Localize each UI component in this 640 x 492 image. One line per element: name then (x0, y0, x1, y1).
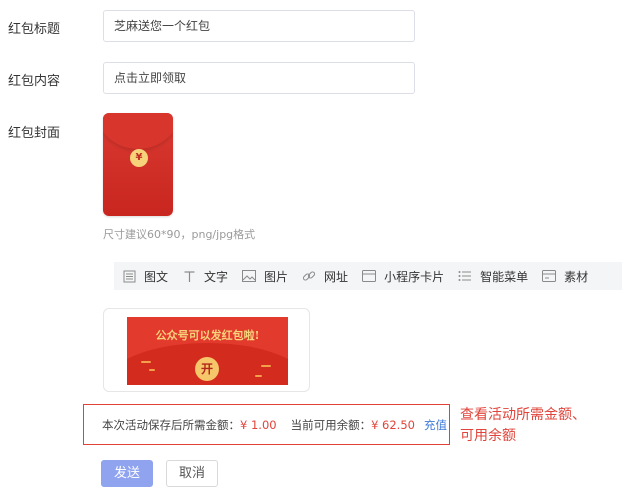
available-balance-value: ¥ 62.50 (371, 417, 415, 432)
toolbar-label: 文字 (204, 269, 229, 284)
article-icon (122, 269, 136, 283)
required-amount-value: ¥ 1.00 (240, 417, 277, 432)
required-amount-label: 本次活动保存后所需金额： (102, 417, 240, 432)
link-icon (302, 269, 316, 283)
decoration-spark (141, 361, 151, 363)
cover-label: 红包封面 (8, 126, 61, 141)
cover-image-upload[interactable]: ¥ (103, 113, 173, 216)
banner-text: 公众号可以发红包啦! (155, 329, 260, 342)
menu-list-icon (458, 269, 472, 283)
toolbar-item-text[interactable]: 文字 (182, 268, 228, 285)
title-input[interactable]: 芝麻送您一个红包 (103, 10, 415, 42)
toolbar-item-material[interactable]: 素材 (542, 268, 588, 285)
toolbar-label: 网址 (324, 269, 349, 284)
cancel-button[interactable]: 取消 (166, 460, 218, 487)
available-balance-label: 当前可用余额： (290, 417, 372, 432)
toolbar-item-article[interactable]: 图文 (122, 268, 168, 285)
text-icon (182, 269, 196, 283)
fee-summary-box: 本次活动保存后所需金额： ¥ 1.00 当前可用余额： ¥ 62.50 充值 (83, 404, 450, 445)
toolbar-item-image[interactable]: 图片 (242, 268, 288, 285)
decoration-spark (149, 369, 155, 371)
red-packet-banner: 公众号可以发红包啦! 开 (127, 317, 288, 385)
decoration-spark (255, 375, 262, 377)
send-button[interactable]: 发送 (101, 460, 153, 487)
annotation-note: 查看活动所需金额、 可用余额 (460, 407, 586, 444)
toolbar-label: 素材 (564, 269, 589, 284)
toolbar-label: 图片 (264, 269, 289, 284)
mini-program-card-icon (362, 269, 377, 283)
decoration-spark (261, 365, 271, 367)
image-icon (242, 269, 257, 283)
title-label: 红包标题 (8, 22, 61, 37)
toolbar-label: 智能菜单 (480, 269, 529, 284)
red-packet-preview-card: 公众号可以发红包啦! 开 (103, 308, 310, 392)
material-icon (542, 269, 557, 283)
open-button-icon: 开 (195, 357, 219, 381)
toolbar-item-smart-menu[interactable]: 智能菜单 (458, 268, 528, 285)
recharge-link[interactable]: 充值 (424, 417, 447, 433)
content-input[interactable]: 点击立即领取 (103, 62, 415, 94)
cover-flap (103, 113, 173, 149)
toolbar-item-link[interactable]: 网址 (302, 268, 348, 285)
content-label: 红包内容 (8, 74, 61, 89)
yuan-coin-icon: ¥ (130, 149, 148, 167)
toolbar-item-mini-program[interactable]: 小程序卡片 (362, 268, 444, 285)
toolbar-label: 图文 (144, 269, 169, 284)
message-type-toolbar: 图文 文字 图片 网址 小程序卡片 智能菜单 素材 (114, 262, 622, 290)
toolbar-label: 小程序卡片 (384, 269, 445, 284)
cover-size-hint: 尺寸建议60*90，png/jpg格式 (103, 228, 256, 241)
